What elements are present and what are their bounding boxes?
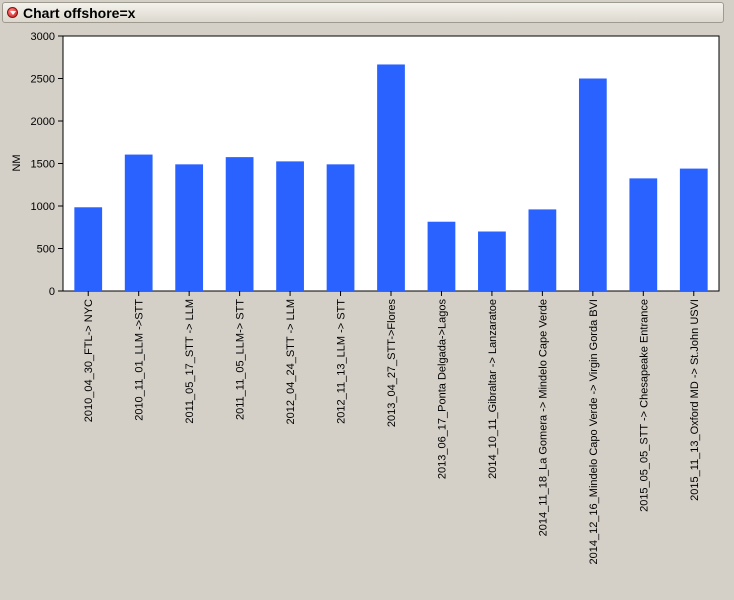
bar xyxy=(276,161,304,291)
bar xyxy=(578,78,607,291)
x-tick-label: 2015_11_13_Oxford MD -> St.John USVI xyxy=(689,299,701,501)
x-tick-label: 2012_11_13_LLM -> STT xyxy=(336,299,348,424)
bar xyxy=(175,164,204,291)
x-tick-label: 2014_11_18_La Gomera -> Mindelo Cape Ver… xyxy=(537,299,549,536)
bar xyxy=(679,168,708,291)
y-axis: 0 500 1000 1500 2000 2500 3000 xyxy=(31,31,63,298)
x-tick-label: 2012_04_24_STT -> LLM xyxy=(285,299,297,424)
y-tick-label: 500 xyxy=(37,244,55,256)
y-tick-label: 2000 xyxy=(31,116,55,128)
x-tick-label: 2010_11_01_LLM ->STT xyxy=(134,299,146,421)
bar xyxy=(326,164,355,291)
y-tick-label: 1500 xyxy=(31,159,55,171)
x-tick-label: 2013_04_27_STT->Flores xyxy=(386,299,398,428)
x-tick-label: 2013_06_17_Ponta Delgada->Lagos xyxy=(436,299,448,480)
bar-chart: 0 500 1000 1500 2000 2500 3000 2010_04_30_FTL-… xyxy=(11,31,720,565)
y-tick-label: 2500 xyxy=(31,74,55,86)
bar xyxy=(528,209,557,291)
y-tick-label: 0 xyxy=(49,286,55,298)
y-tick-label: 3000 xyxy=(31,31,55,43)
bar xyxy=(225,157,254,291)
x-tick-label: 2011_11_05_LLM-> STT xyxy=(235,299,247,420)
bar xyxy=(124,154,153,291)
x-tick-label: 2011_05_17_STT -> LLM xyxy=(184,299,196,424)
bar xyxy=(629,178,658,291)
y-axis-label: NM xyxy=(11,154,23,171)
x-axis: 2010_04_30_FTL-> NYC 2010_11_01_LLM ->STT… xyxy=(83,291,701,565)
x-tick-label: 2014_10_11_Gibraltar -> Lanzaratoe xyxy=(487,299,499,479)
x-tick-label: 2015_05_05_STT -> Chesapeake Entrance xyxy=(638,299,650,512)
bar xyxy=(377,64,405,291)
bar xyxy=(74,207,103,291)
bar xyxy=(478,231,506,291)
y-tick-label: 1000 xyxy=(31,201,55,213)
bar xyxy=(427,221,456,291)
x-tick-label: 2010_04_30_FTL-> NYC xyxy=(83,299,95,422)
x-tick-label: 2014_12_16_Mindelo Capo Verde -> Virgin … xyxy=(588,299,600,565)
